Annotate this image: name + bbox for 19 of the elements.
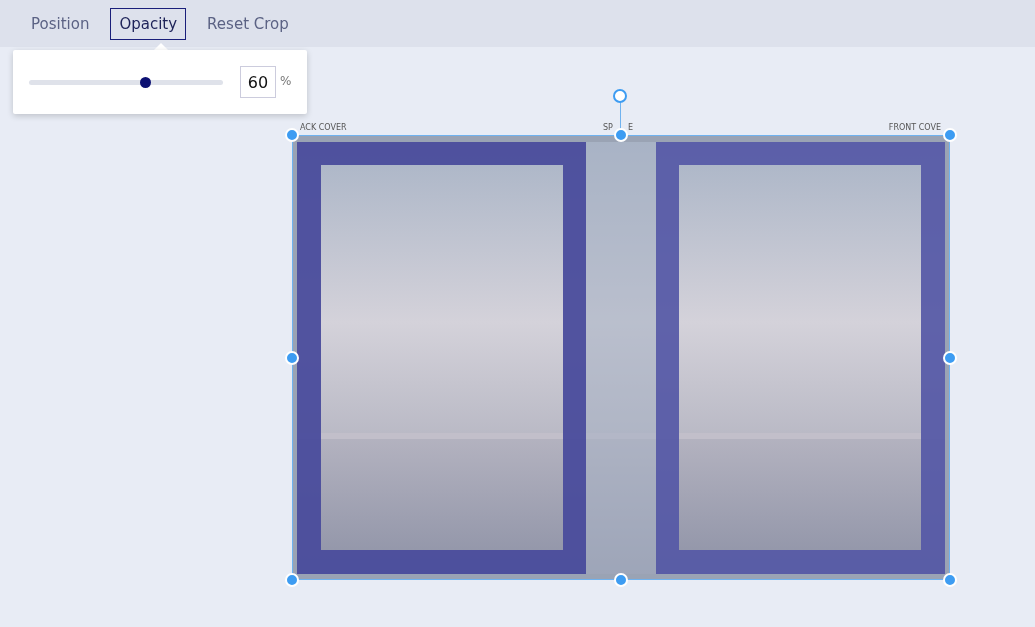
resize-handle[interactable] bbox=[943, 128, 957, 142]
resize-handle[interactable] bbox=[285, 350, 299, 365]
opacity-input[interactable]: 60 bbox=[240, 66, 276, 98]
back-cover-label: ACK COVER bbox=[300, 123, 347, 133]
spine-label: E bbox=[628, 123, 634, 133]
resize-handle[interactable] bbox=[943, 573, 957, 587]
toolbar-tab[interactable]: Reset Crop bbox=[198, 7, 298, 40]
percent-unit: % bbox=[280, 74, 292, 88]
resize-handle[interactable] bbox=[285, 128, 299, 142]
rotate-handle[interactable] bbox=[613, 89, 627, 103]
front-cover-label: FRONT COVE bbox=[888, 123, 941, 133]
spine-label: SP bbox=[603, 123, 613, 133]
opacity-slider[interactable] bbox=[29, 80, 223, 85]
resize-handle[interactable] bbox=[614, 573, 628, 587]
toolbar-tab[interactable]: Position bbox=[22, 7, 99, 40]
resize-handle[interactable] bbox=[285, 573, 299, 587]
resize-handle[interactable] bbox=[614, 128, 628, 142]
slider-thumb[interactable] bbox=[140, 77, 152, 88]
toolbar-tab[interactable]: Opacity bbox=[110, 7, 187, 40]
